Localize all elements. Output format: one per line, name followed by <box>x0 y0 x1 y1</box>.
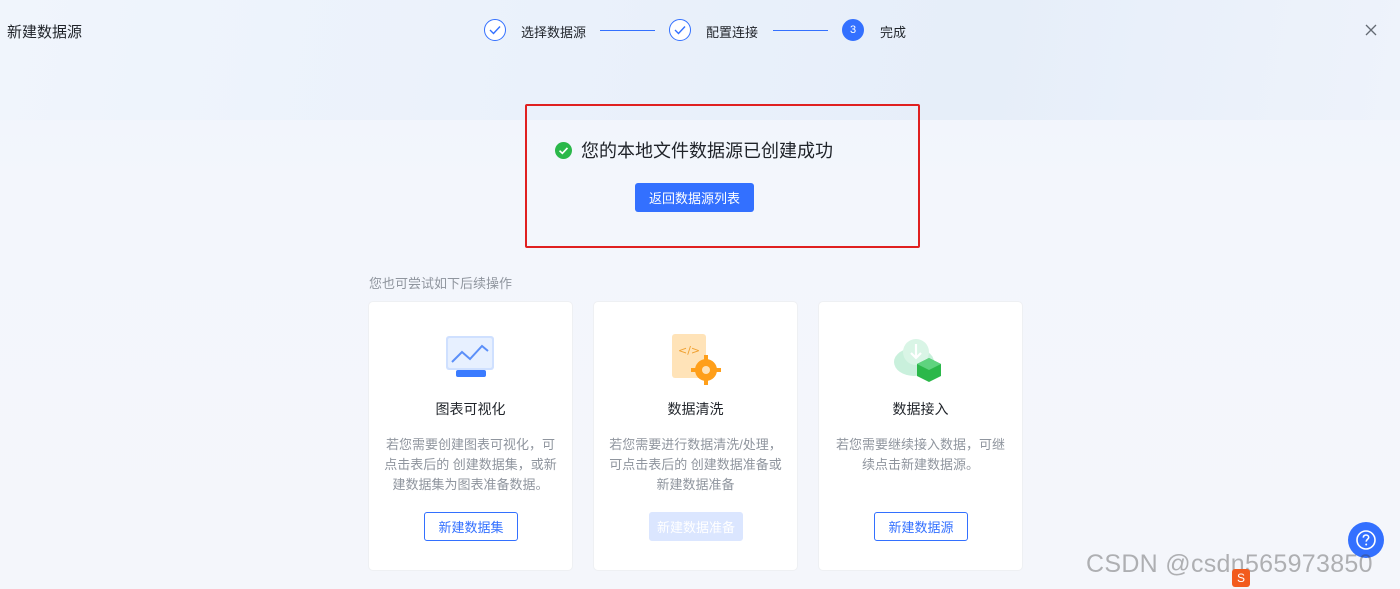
close-icon[interactable] <box>1362 21 1380 39</box>
check-icon <box>669 19 691 41</box>
success-text: 您的本地文件数据源已创建成功 <box>581 141 833 161</box>
step-label-done: 完成 <box>880 25 907 40</box>
card-data-ingest: 数据接入 若您需要继续接入数据，可继续点击新建数据源。 新建数据源 <box>819 302 1022 570</box>
new-data-prep-button[interactable]: 新建数据准备 <box>649 512 743 541</box>
new-datasource-button[interactable]: 新建数据源 <box>874 512 968 541</box>
card-title: 数据接入 <box>892 401 949 417</box>
success-message: 您的本地文件数据源已创建成功 <box>555 137 833 163</box>
card-description: 若您需要进行数据清洗/处理，可点击表后的 创建数据准备或新建数据准备 <box>609 437 782 492</box>
header-background <box>0 0 1400 120</box>
card-title: 数据清洗 <box>667 401 724 417</box>
card-description: 若您需要创建图表可视化，可点击表后的 创建数据集，或新建数据集为图表准备数据。 <box>384 437 557 492</box>
step-number-badge: 3 <box>842 19 864 41</box>
step-connector <box>600 30 655 31</box>
followup-hint: 您也可尝试如下后续操作 <box>369 276 513 291</box>
check-icon <box>484 19 506 41</box>
back-to-datasource-list-button[interactable]: 返回数据源列表 <box>635 183 754 212</box>
chart-visualization-icon <box>446 336 494 377</box>
card-title: 图表可视化 <box>435 401 506 417</box>
success-check-icon <box>555 141 572 159</box>
step-label-config: 配置连接 <box>706 25 759 40</box>
data-cleaning-icon: </> <box>672 334 721 385</box>
highlight-box <box>525 104 920 248</box>
page-title: 新建数据源 <box>7 24 83 41</box>
ime-logo-icon: S <box>1232 569 1250 587</box>
card-chart-visualization: 图表可视化 若您需要创建图表可视化，可点击表后的 创建数据集，或新建数据集为图表… <box>369 302 572 570</box>
svg-text:</>: </> <box>678 344 700 357</box>
step-connector <box>773 30 828 31</box>
new-dataset-button[interactable]: 新建数据集 <box>424 512 518 541</box>
card-data-cleaning: </> 数据清洗 若您需要进行数据清洗/处理，可点击表后的 创建数据准备或新建数… <box>594 302 797 570</box>
card-description: 若您需要继续接入数据，可继续点击新建数据源。 <box>835 437 1005 472</box>
data-ingest-icon <box>894 339 941 382</box>
watermark: CSDN @csdn565973850 <box>1086 550 1373 578</box>
step-label-select: 选择数据源 <box>521 25 587 40</box>
